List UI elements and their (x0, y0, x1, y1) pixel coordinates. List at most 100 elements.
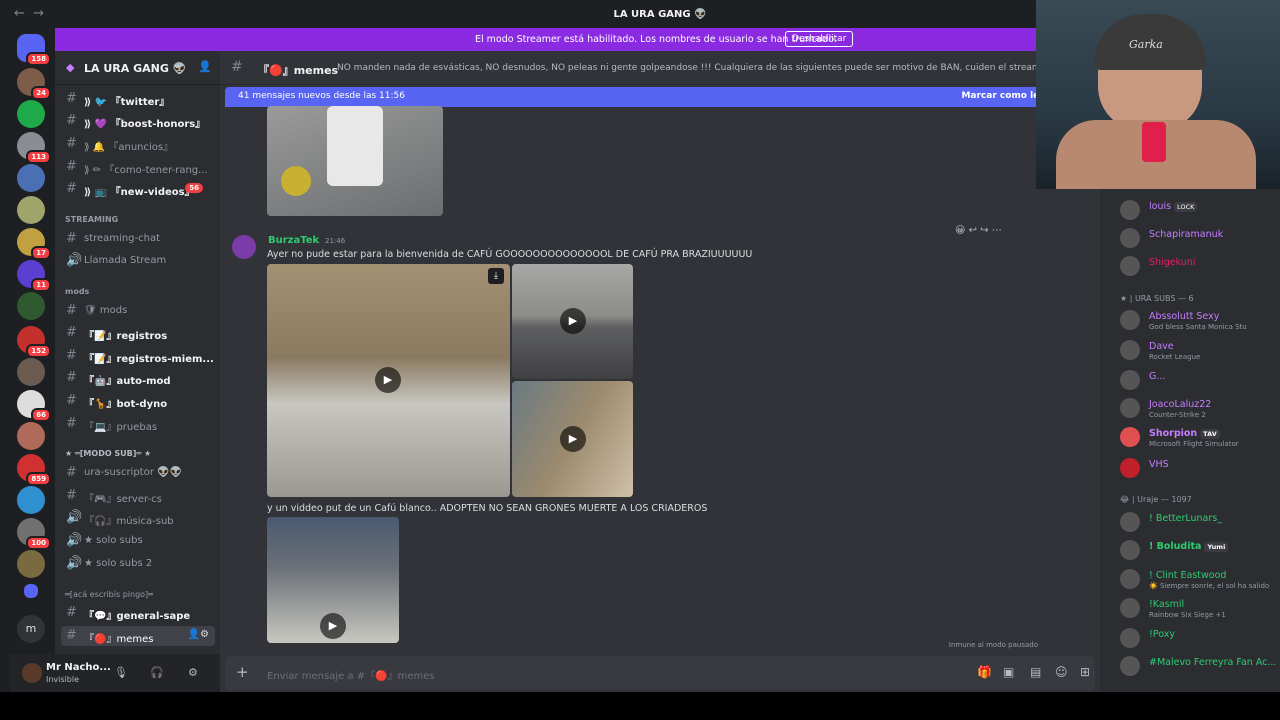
channel-label: 『🎮』server-cs (84, 494, 162, 505)
channel-item[interactable]: # 『💬』general-sape (55, 603, 215, 623)
member-item[interactable]: Dave Rocket League (1120, 339, 1280, 363)
member-item[interactable]: !Poxy (1120, 627, 1280, 651)
category-sub[interactable]: ★ ═[MODO SUB]═ ★ (65, 449, 151, 458)
member-status: ☀️ Siempre sonríe, el sol ha salido (1149, 582, 1270, 590)
apps-icon[interactable]: ⊞ (1080, 665, 1090, 679)
voice-channel[interactable]: 🔊 ★ solo subs 2 (55, 554, 215, 574)
headphones-icon[interactable]: 🎧 (150, 666, 164, 679)
category-chat[interactable]: ═[acá escribís pingo]═ (65, 590, 153, 599)
attachment-image[interactable] (267, 106, 443, 216)
video-attachment[interactable]: ▶ (512, 381, 633, 497)
server-boost-icon: ◆ (66, 61, 75, 74)
server-icon[interactable] (17, 164, 45, 192)
video-attachment[interactable]: ▶ (267, 517, 399, 643)
video-attachment[interactable]: ▶ ⤓ (267, 264, 510, 497)
channel-item-active[interactable]: # 『🔴』memes 👤⚙ (61, 626, 215, 646)
play-icon[interactable]: ▶ (375, 367, 401, 393)
emoji-icon[interactable]: ☺ (1055, 665, 1068, 679)
member-status: Rainbow Six Siege +1 (1149, 611, 1226, 619)
voice-channel[interactable]: 🔊 『🎧』música-sub (55, 508, 215, 528)
disable-streamer-button[interactable]: Deshabilitar (785, 31, 854, 47)
channel-item[interactable]: # 『📝』registros-miem... (55, 346, 215, 366)
member-item[interactable]: #Malevo Ferreyra Fan Ac... (1120, 655, 1280, 679)
play-icon[interactable]: ▶ (560, 308, 586, 334)
member-item[interactable]: Schapiramanuk (1120, 227, 1280, 251)
channel-topic[interactable]: NO manden nada de esvásticas, NO desnudo… (337, 63, 1044, 73)
member-item[interactable]: JoacoLaluz22 Counter-Strike 2 (1120, 397, 1280, 421)
member-item[interactable]: Shorpion TAV Microsoft Flight Simulator (1120, 426, 1280, 450)
channel-item[interactable]: # ⟫ ✏ 『como-tener-rang... (55, 157, 215, 177)
avatar[interactable] (22, 663, 42, 683)
play-icon[interactable]: ▶ (560, 426, 586, 452)
server-letter-icon[interactable]: m (17, 615, 45, 643)
category-mods[interactable]: mods (65, 287, 89, 296)
sticker-icon[interactable]: ▤ (1030, 665, 1041, 679)
member-item[interactable]: Shigekuni (1120, 255, 1280, 279)
member-item[interactable]: VHS (1120, 457, 1280, 481)
channel-item[interactable]: # 『📝』registros (55, 323, 215, 343)
server-icon[interactable]: 113 (17, 132, 51, 164)
message-actions[interactable]: 😀 ↩ ↪ ⋯ (955, 225, 1002, 236)
server-icon[interactable]: 152 (17, 326, 51, 358)
unread-count: 56 (185, 183, 203, 193)
member-item[interactable]: G... (1120, 369, 1280, 393)
gear-icon[interactable]: 👤⚙ (188, 629, 209, 640)
download-icon[interactable]: ⤓ (488, 268, 504, 284)
message-input[interactable]: Enviar mensaje a #『🔴』memes (267, 667, 435, 682)
member-name: G... (1149, 371, 1166, 382)
server-icon[interactable] (17, 196, 45, 224)
member-item[interactable]: louis LOCK (1120, 199, 1280, 223)
add-user-icon[interactable]: 👤 (198, 60, 212, 73)
channel-item[interactable]: # ⟫ 💜 『boost-honors』 (55, 111, 215, 131)
message-author[interactable]: BurzaTek (268, 235, 319, 246)
channel-item[interactable]: # ⟫ 🐦 『twitter』 (55, 89, 215, 109)
channel-item[interactable]: # ura-suscriptor 👽👽 (55, 463, 215, 483)
server-icon[interactable] (17, 358, 45, 386)
server-icon[interactable] (17, 486, 45, 514)
channel-item[interactable]: # 『🎮』server-cs (55, 486, 215, 506)
member-item[interactable]: !Kasmil Rainbow Six Siege +1 (1120, 597, 1280, 621)
play-icon[interactable]: ▶ (320, 613, 346, 639)
channel-item[interactable]: # ⟫ 🔔 『anuncios』 (55, 134, 215, 154)
server-icon[interactable] (17, 550, 45, 578)
guild-header[interactable]: ◆ LA URA GANG 👽 ⌄ 👤 (55, 51, 220, 85)
channel-item[interactable]: # 『🤖』auto-mod (55, 368, 215, 388)
plus-icon[interactable]: + (236, 663, 249, 681)
server-icon[interactable]: 17 (17, 228, 51, 260)
message-composer[interactable]: + Enviar mensaje a #『🔴』memes 🎁 ▣ ▤ ☺ ⊞ (225, 656, 1095, 690)
channel-item[interactable]: # 『🦒』bot-dyno (55, 391, 215, 411)
gif-icon[interactable]: ▣ (1003, 665, 1014, 679)
gear-icon[interactable]: ⚙ (188, 666, 198, 679)
member-item[interactable]: Abssolutt Sexy God bless Santa Monica Stu (1120, 309, 1280, 333)
boot-shape (327, 106, 383, 186)
mic-icon[interactable]: 🎙 (114, 666, 128, 679)
category-streaming[interactable]: STREAMING (65, 215, 118, 224)
channel-item[interactable]: # 『💻』pruebas (55, 414, 215, 434)
avatar[interactable] (232, 235, 256, 259)
member-item[interactable]: ! BetterLunars_ (1120, 511, 1280, 535)
hash-icon: # (66, 325, 77, 340)
gift-icon[interactable]: 🎁 (977, 665, 992, 679)
server-icon[interactable]: 24 (17, 68, 51, 100)
channel-item[interactable]: # ⟫ 📺 『new-videos』 56 (55, 179, 215, 199)
voice-channel[interactable]: 🔊 ★ solo subs (55, 531, 215, 551)
server-icon[interactable] (17, 100, 45, 128)
folder-icon[interactable] (24, 584, 38, 598)
server-icon[interactable]: 859 (17, 454, 51, 486)
member-item[interactable]: ! Boludita Yumi (1120, 539, 1280, 563)
new-messages-bar[interactable]: 41 mensajes nuevos desde las 11:56 Marca… (225, 87, 1055, 107)
channel-item[interactable]: # streaming-chat (55, 229, 215, 249)
member-name: louis (1149, 201, 1172, 212)
server-icon[interactable]: 100 (17, 518, 51, 550)
video-attachment[interactable]: ▶ (512, 264, 633, 379)
hash-icon: # (66, 465, 77, 480)
home-icon[interactable]: 158 (17, 34, 51, 66)
server-badge: 11 (31, 278, 51, 292)
voice-channel[interactable]: 🔊 Llamada Stream (55, 251, 215, 271)
member-item[interactable]: ! Clint Eastwood ☀️ Siempre sonríe, el so… (1120, 568, 1280, 592)
server-icon[interactable]: 66 (17, 390, 51, 422)
server-icon[interactable] (17, 422, 45, 450)
server-icon[interactable] (17, 292, 45, 320)
server-icon[interactable]: 11 (17, 260, 51, 292)
channel-item[interactable]: # 🛡 mods (55, 301, 215, 321)
